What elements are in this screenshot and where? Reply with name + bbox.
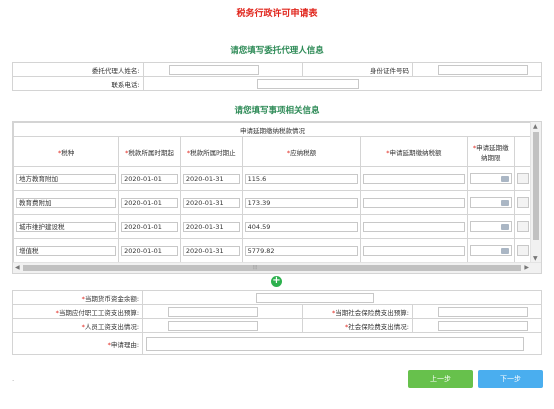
tax-amount-input[interactable]: 173.39 (244, 197, 359, 208)
agent-section-title: 请您填写委托代理人信息 (230, 46, 324, 56)
agent-name-input[interactable] (168, 64, 259, 75)
horizontal-scroll-thumb[interactable] (23, 265, 521, 271)
payroll-budget-input[interactable] (168, 306, 259, 317)
deferred-amount-input[interactable] (363, 221, 465, 232)
deferral-table: 申请延期缴纳税款情况 *税种 *税款所属时期起 *税款所属时期止 *应纳税额 *… (13, 122, 532, 263)
deferral-table-header: *税种 *税款所属时期起 *税款所属时期止 *应纳税额 *申请延期缴纳税额 *申… (13, 136, 532, 167)
next-step-button[interactable]: 下一步 (478, 370, 543, 388)
reason-textarea[interactable] (146, 336, 525, 351)
calendar-icon[interactable] (500, 176, 509, 182)
scroll-down-arrow-icon[interactable]: ▼ (533, 255, 538, 262)
cash-balance-input[interactable] (256, 292, 375, 303)
period-end-input[interactable]: 2020-01-31 (182, 173, 240, 184)
scroll-grip-icon: ⦙⦙⦙ (253, 264, 258, 271)
period-start-input[interactable]: 2020-01-01 (121, 221, 178, 232)
deferral-deadline-input[interactable] (469, 245, 512, 256)
social-pay-label: *社会保险费支出情况: (302, 318, 413, 333)
footer-dot: . (12, 375, 15, 383)
tax-type-input[interactable]: 城市维护建设税 (16, 221, 117, 232)
deferral-table-caption: 申请延期缴纳税款情况 (13, 122, 532, 137)
social-budget-label: *当期社会保险费支出预算: (302, 304, 413, 319)
tax-amount-input[interactable]: 115.6 (244, 173, 359, 184)
tax-amount-input[interactable]: 404.59 (244, 221, 359, 232)
column-header-period-start: *税款所属时期起 (118, 136, 181, 167)
financial-info-table: *当期货币资金余额: *当期应付职工工资支出预算: *当期社会保险费支出预算: … (11, 290, 543, 355)
period-start-input[interactable]: 2020-01-01 (121, 173, 178, 184)
column-header-tax-type: *税种 (13, 136, 120, 167)
staff-pay-label: *人员工资支出情况: (11, 318, 144, 333)
period-end-input[interactable]: 2020-01-31 (182, 221, 240, 232)
horizontal-scrollbar[interactable]: ◀ ⦙⦙⦙ ▶ (13, 262, 541, 273)
deferred-amount-input[interactable] (363, 245, 465, 256)
tax-type-input[interactable]: 教育费附加 (16, 197, 117, 208)
deferred-amount-input[interactable] (363, 197, 465, 208)
agent-phone-label: 联系电话: (12, 76, 144, 91)
reason-label: *申请理由: (11, 332, 144, 355)
deferral-deadline-input[interactable] (469, 197, 512, 208)
table-row: 城市维护建设税 2020-01-01 2020-01-31 404.59 (13, 214, 532, 239)
table-row: 教育费附加 2020-01-01 2020-01-31 173.39 (13, 190, 532, 215)
column-header-period-end: *税款所属时期止 (179, 136, 243, 167)
agent-info-table: 委托代理人姓名: 身份证件号码 联系电话: (12, 62, 543, 91)
column-header-deferred-amount: *申请延期缴纳税额 (360, 136, 468, 167)
tax-amount-input[interactable]: 5779.82 (244, 245, 359, 256)
row-action-button[interactable] (516, 221, 529, 232)
agent-id-label: 身份证件号码 (302, 62, 414, 77)
scroll-left-arrow-icon[interactable]: ◀ (15, 264, 20, 271)
deferred-amount-input[interactable] (363, 173, 465, 184)
table-row: 地方教育附加 2020-01-01 2020-01-31 115.6 (13, 166, 532, 191)
period-end-input[interactable]: 2020-01-31 (182, 245, 240, 256)
add-row-button[interactable]: + (271, 276, 282, 287)
deferral-detail-grid: 申请延期缴纳税款情况 *税种 *税款所属时期起 *税款所属时期止 *应纳税额 *… (12, 121, 542, 274)
period-end-input[interactable]: 2020-01-31 (182, 197, 240, 208)
column-header-deferral-deadline: *申请延期缴纳期限 (466, 136, 515, 167)
matter-section-title: 请您填写事项相关信息 (234, 106, 320, 116)
page-title: 税务行政许可申请表 (236, 9, 318, 19)
period-start-input[interactable]: 2020-01-01 (121, 197, 178, 208)
deferral-deadline-input[interactable] (469, 221, 512, 232)
scroll-right-arrow-icon[interactable]: ▶ (524, 264, 529, 271)
table-row: 增值税 2020-01-01 2020-01-31 5779.82 (13, 238, 532, 263)
social-budget-input[interactable] (437, 306, 528, 317)
social-pay-input[interactable] (437, 320, 528, 331)
agent-phone-input[interactable] (256, 78, 359, 89)
row-action-button[interactable] (516, 173, 529, 184)
staff-pay-input[interactable] (168, 320, 259, 331)
column-header-tax-amount: *应纳税额 (241, 136, 362, 167)
tax-type-input[interactable]: 地方教育附加 (16, 173, 117, 184)
agent-id-input[interactable] (438, 64, 529, 75)
tax-type-input[interactable]: 增值税 (16, 245, 117, 256)
deferral-deadline-input[interactable] (469, 173, 512, 184)
prev-step-button[interactable]: 上一步 (408, 370, 473, 388)
scroll-up-arrow-icon[interactable]: ▲ (533, 123, 538, 130)
vertical-scroll-thumb[interactable] (533, 132, 539, 240)
vertical-scrollbar[interactable]: ▲ ▼ (530, 122, 541, 263)
cash-balance-label: *当期货币资金余额: (11, 290, 144, 305)
period-start-input[interactable]: 2020-01-01 (121, 245, 178, 256)
row-action-button[interactable] (516, 197, 529, 208)
calendar-icon[interactable] (500, 248, 509, 254)
calendar-icon[interactable] (500, 224, 509, 230)
row-action-button[interactable] (516, 245, 529, 256)
calendar-icon[interactable] (500, 200, 509, 206)
payroll-budget-label: *当期应付职工工资支出预算: (11, 304, 144, 319)
agent-name-label: 委托代理人姓名: (12, 62, 144, 77)
